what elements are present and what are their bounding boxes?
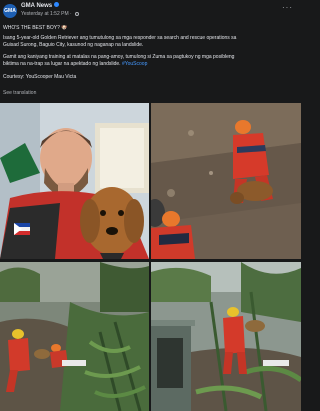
page-name-link[interactable]: GMA News <box>21 2 60 9</box>
caption-line: Isang 5-year-old Golden Retriever ang tu… <box>3 35 237 41</box>
photo-rescuers-house[interactable] <box>151 262 301 411</box>
more-options-button[interactable]: ··· <box>282 3 293 12</box>
caption-headline: WHO'S THE BEST BOY? 🐶 <box>3 25 68 31</box>
photo-dog-search-slope[interactable] <box>151 103 301 259</box>
hashtag-link[interactable]: #YouScoop <box>122 61 147 67</box>
photo-rescuer-with-dog[interactable] <box>0 103 149 259</box>
post-meta: Yesterday at 1:52 PM · <box>21 11 80 17</box>
photo-dog-search-slope-art <box>151 103 301 259</box>
photo-rescuer-with-dog-art <box>0 103 149 259</box>
see-translation-link[interactable]: See translation <box>3 90 36 96</box>
page-name-text[interactable]: GMA News <box>21 3 52 9</box>
post-timestamp[interactable]: Yesterday at 1:52 PM <box>21 11 69 17</box>
post-header: GMA GMA News Yesterday at 1:52 PM · ··· <box>0 0 301 24</box>
caption-line-text: biktima na na-trap sa lugar na apektado … <box>3 61 121 67</box>
globe-icon <box>75 12 80 16</box>
photo-rescuers-foliage[interactable] <box>0 262 149 411</box>
page-avatar[interactable]: GMA <box>3 4 17 18</box>
photo-rescuers-foliage-art <box>0 262 149 411</box>
avatar-logo-text: GMA <box>4 8 16 14</box>
caption-line: Guisad Surong, Baguio City, kasunod ng n… <box>3 42 144 48</box>
photo-rescuers-house-art <box>151 262 301 411</box>
caption-line: biktima na na-trap sa lugar na apektado … <box>3 61 297 67</box>
caption-line: Gamit ang kaniyang training at matalas n… <box>3 54 235 60</box>
verified-badge-icon <box>54 2 60 7</box>
courtesy-text: Courtesy: YouScooper Mau Victa <box>3 74 77 80</box>
